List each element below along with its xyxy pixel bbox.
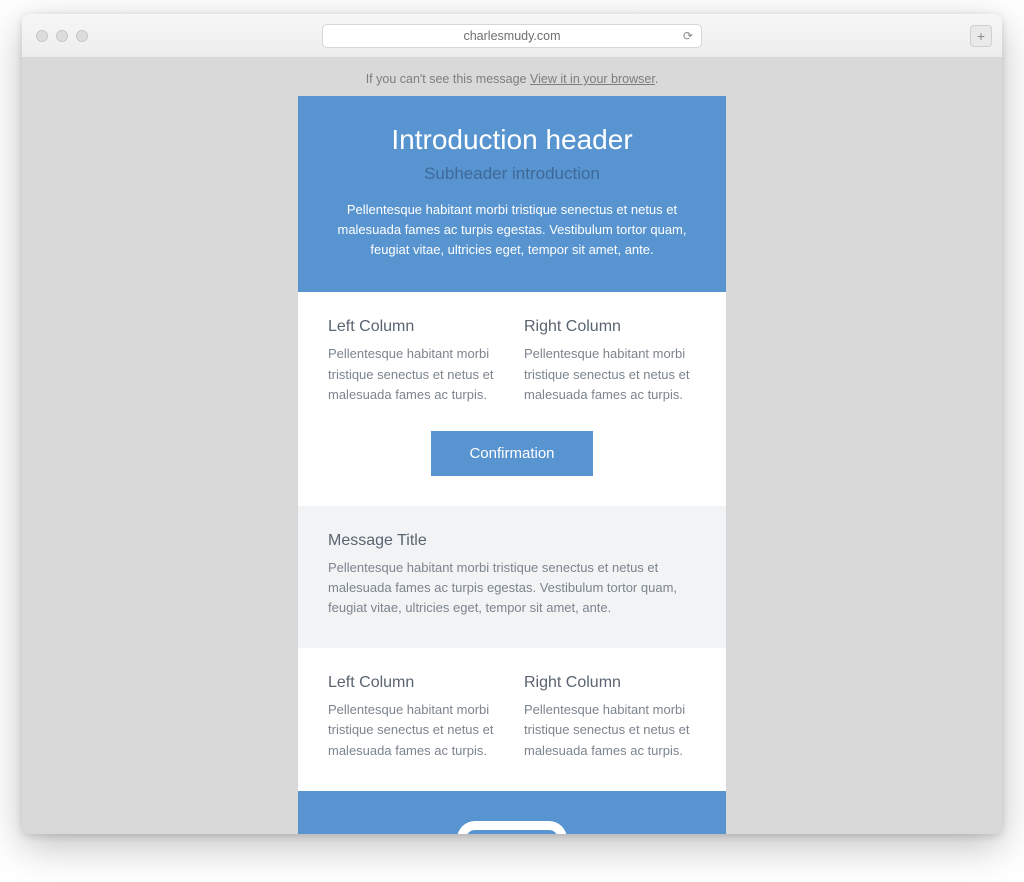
close-window-icon[interactable] [36, 30, 48, 42]
bottom-hero-section [298, 791, 726, 834]
two-column-section-1: Left Column Pellentesque habitant morbi … [298, 292, 726, 505]
window-controls [36, 30, 88, 42]
preheader: If you can't see this message View it in… [22, 58, 1002, 96]
left-column-1: Left Column Pellentesque habitant morbi … [328, 318, 500, 404]
maximize-window-icon[interactable] [76, 30, 88, 42]
right-column-2: Right Column Pellentesque habitant morbi… [524, 674, 696, 760]
right-column-body-2: Pellentesque habitant morbi tristique se… [524, 700, 696, 760]
address-url: charlesmudy.com [463, 29, 560, 43]
left-column-body-2: Pellentesque habitant morbi tristique se… [328, 700, 500, 760]
confirmation-button[interactable]: Confirmation [431, 431, 592, 476]
browser-window: charlesmudy.com ⟳ + If you can't see thi… [22, 14, 1002, 834]
left-column-2: Left Column Pellentesque habitant morbi … [328, 674, 500, 760]
message-body: Pellentesque habitant morbi tristique se… [328, 558, 696, 618]
new-tab-button[interactable]: + [970, 25, 992, 47]
view-in-browser-link[interactable]: View it in your browser [530, 72, 655, 86]
message-title: Message Title [328, 532, 696, 550]
right-column-body: Pellentesque habitant morbi tristique se… [524, 344, 696, 404]
preheader-text: If you can't see this message [366, 72, 530, 86]
left-column-title-2: Left Column [328, 674, 500, 692]
email-container: Introduction header Subheader introducti… [298, 96, 726, 834]
plus-icon: + [977, 28, 985, 44]
hero-subheader: Subheader introduction [328, 164, 696, 184]
right-column-title: Right Column [524, 318, 696, 336]
address-bar[interactable]: charlesmudy.com ⟳ [322, 24, 702, 48]
reload-icon[interactable]: ⟳ [683, 29, 693, 43]
hero-title: Introduction header [328, 124, 696, 156]
device-icon [447, 821, 577, 834]
minimize-window-icon[interactable] [56, 30, 68, 42]
browser-toolbar: charlesmudy.com ⟳ + [22, 14, 1002, 58]
message-section: Message Title Pellentesque habitant morb… [298, 506, 726, 648]
preheader-suffix: . [655, 72, 658, 86]
two-column-section-2: Left Column Pellentesque habitant morbi … [298, 648, 726, 790]
browser-viewport: If you can't see this message View it in… [22, 58, 1002, 834]
scrollbar[interactable] [993, 60, 1000, 832]
right-column-title-2: Right Column [524, 674, 696, 692]
left-column-title: Left Column [328, 318, 500, 336]
right-column-1: Right Column Pellentesque habitant morbi… [524, 318, 696, 404]
hero-body: Pellentesque habitant morbi tristique se… [328, 200, 696, 260]
hero-section: Introduction header Subheader introducti… [298, 96, 726, 292]
left-column-body: Pellentesque habitant morbi tristique se… [328, 344, 500, 404]
